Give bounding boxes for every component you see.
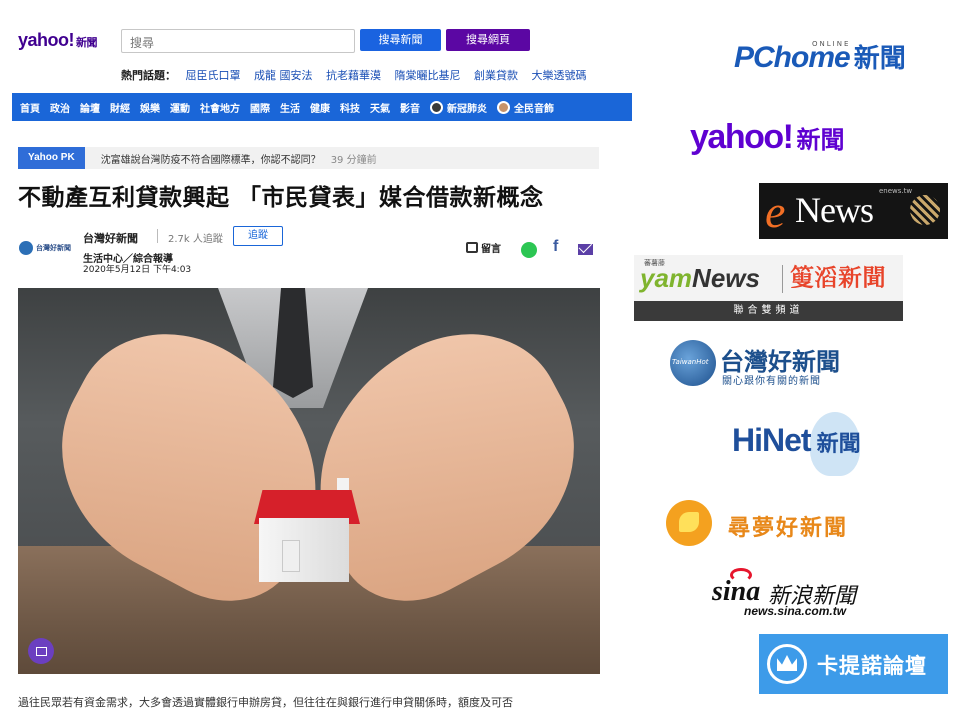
yahoo-news-logo-large: yahoo! 新聞: [690, 118, 844, 157]
taiwanhot-slogan: 關心跟你有關的新聞: [722, 376, 821, 387]
enews-brand: News: [795, 190, 874, 230]
yahoo-brand: yahoo!: [690, 118, 794, 156]
comment-label: 留言: [481, 244, 501, 255]
yahoo-logo-sub: 新聞: [76, 37, 98, 49]
hot-topics: 熱門話題： 屈臣氏口罩 成龍 國安法 抗老藉華漠 隋棠曬比基尼 創業貸款 大樂透…: [121, 67, 597, 83]
comment-icon: [466, 242, 478, 253]
enews-swirl-icon: [910, 195, 940, 225]
search-news-button[interactable]: 搜尋新聞: [360, 29, 441, 51]
yam-brand: yamNews: [640, 263, 760, 294]
article-snippet: 過往民眾若有資金需求，大多會透過實體銀行申辦房貸，但往往在與銀行進行申貸關係時，…: [18, 696, 513, 709]
nav-item-weather[interactable]: 天氣: [370, 100, 390, 115]
article-hero-image: [18, 288, 600, 674]
source-logo[interactable]: 台灣好新聞: [19, 241, 71, 255]
hinet-news-logo: HiNet 新聞: [732, 412, 861, 476]
nav-item-covid[interactable]: 新冠肺炎: [430, 100, 487, 115]
article-date: 2020年5月12日 下午4:03: [83, 265, 192, 275]
taiwanhot-circle-icon: TaiwanHot: [670, 340, 716, 386]
nav-item-sports[interactable]: 運動: [170, 100, 190, 115]
hot-topic-link[interactable]: 成龍 國安法: [254, 69, 313, 82]
taiwanhot-circle-text: TaiwanHot: [672, 358, 709, 366]
yahoo-news-screenshot: yahoo! 新聞 搜尋 搜尋新聞 搜尋網頁 熱門話題： 屈臣氏口罩 成龍 國安法…: [0, 0, 640, 720]
nav-item-tech[interactable]: 科技: [340, 100, 360, 115]
gallery-icon[interactable]: [28, 638, 54, 664]
tao-news-brand: 𥰞滔新聞: [790, 264, 886, 292]
taiwanhot-small-icon: [19, 241, 33, 255]
crown-icon: [767, 644, 807, 684]
yam-news-logo: 蕃薯藤 yamNews 𥰞滔新聞 聯合雙頻道: [634, 255, 903, 321]
nav-item-finance[interactable]: 財經: [110, 100, 130, 115]
enews-url: enews.tw: [879, 187, 913, 195]
hot-topic-link[interactable]: 大樂透號碼: [532, 69, 587, 82]
hinet-brand: HiNet: [732, 422, 812, 458]
nav-item-video[interactable]: 影音: [400, 100, 420, 115]
hot-topic-link[interactable]: 抗老藉華漠: [326, 69, 381, 82]
kaitino-title: 卡提諾論壇: [817, 654, 927, 678]
search-input[interactable]: 搜尋: [121, 29, 355, 53]
pchome-suffix: 新聞: [853, 44, 906, 74]
xunmeng-title: 尋夢好新聞: [728, 516, 849, 541]
article-source-name[interactable]: 台灣好新聞: [83, 230, 138, 246]
enews-logo: e News enews.tw: [759, 183, 948, 239]
follower-count: 2.7k 人追蹤: [168, 234, 223, 245]
kaitino-forum-logo: 卡提諾論壇: [759, 634, 948, 694]
comment-button[interactable]: 留言: [466, 240, 501, 255]
sina-url: news.sina.com.tw: [744, 604, 847, 618]
virus-icon: [430, 100, 443, 114]
pchome-news-logo: PChome ONLINE 新聞: [734, 38, 906, 75]
hot-topic-link[interactable]: 屈臣氏口罩: [186, 69, 241, 82]
nav-item-special-label: 全民音飾: [514, 103, 554, 115]
nav-item-life[interactable]: 生活: [280, 100, 300, 115]
nav-item-home[interactable]: 首頁: [20, 100, 40, 115]
article-headline: 不動產互利貸款興起 「市民貸表」媒合借款新概念: [18, 184, 544, 211]
hot-topic-link[interactable]: 創業貸款: [474, 69, 518, 82]
nav-item-politics[interactable]: 政治: [50, 100, 70, 115]
line-share-icon[interactable]: [521, 242, 537, 258]
nav-item-special[interactable]: 全民音飾: [497, 100, 554, 115]
yahoo-pk-question[interactable]: 沈富雄說台灣防疫不符合國際標準，你認不認同？: [101, 151, 321, 166]
yam-divider: [782, 265, 783, 293]
pchome-online: ONLINE: [812, 40, 851, 48]
nav-item-international[interactable]: 國際: [250, 100, 270, 115]
yahoo-suffix: 新聞: [796, 126, 845, 154]
xunmeng-butterfly-icon: [666, 500, 712, 546]
search-web-button[interactable]: 搜尋網頁: [446, 29, 530, 51]
hot-topics-label: 熱門話題：: [121, 69, 176, 82]
nav-item-entertainment[interactable]: 娛樂: [140, 100, 160, 115]
yam-dual-channel-bar: 聯合雙頻道: [634, 301, 903, 321]
yam-brand-b: News: [692, 263, 760, 293]
hinet-suffix: 新聞: [816, 432, 861, 457]
hot-topic-link[interactable]: 隋棠曬比基尼: [395, 69, 461, 82]
house-model: [259, 518, 349, 582]
nav-item-health[interactable]: 健康: [310, 100, 330, 115]
yahoo-news-logo[interactable]: yahoo! 新聞: [18, 30, 98, 51]
follow-button[interactable]: 追蹤: [233, 226, 283, 246]
nav-item-forum[interactable]: 論壇: [80, 100, 100, 115]
facebook-share-icon[interactable]: f: [553, 238, 558, 256]
divider: [157, 229, 158, 243]
nav-item-covid-label: 新冠肺炎: [447, 103, 487, 115]
yam-brand-a: yam: [640, 263, 693, 293]
mail-share-icon[interactable]: [578, 244, 593, 255]
nav-item-local[interactable]: 社會地方: [200, 100, 240, 115]
category-nav: 首頁 政治 論壇 財經 娛樂 運動 社會地方 國際 生活 健康 科技 天氣 影音…: [12, 93, 632, 121]
yahoo-pk-tag: Yahoo PK: [18, 147, 85, 169]
yahoo-pk-bar[interactable]: Yahoo PK 沈富雄說台灣防疫不符合國際標準，你認不認同？ 39 分鐘前: [18, 147, 599, 169]
yahoo-pk-time: 39 分鐘前: [330, 154, 377, 166]
enews-e: e: [765, 186, 786, 237]
house-door: [282, 540, 300, 572]
avatar-icon: [497, 100, 510, 114]
yahoo-logo-text: yahoo!: [18, 30, 75, 50]
source-logo-text: 台灣好新聞: [36, 244, 71, 252]
